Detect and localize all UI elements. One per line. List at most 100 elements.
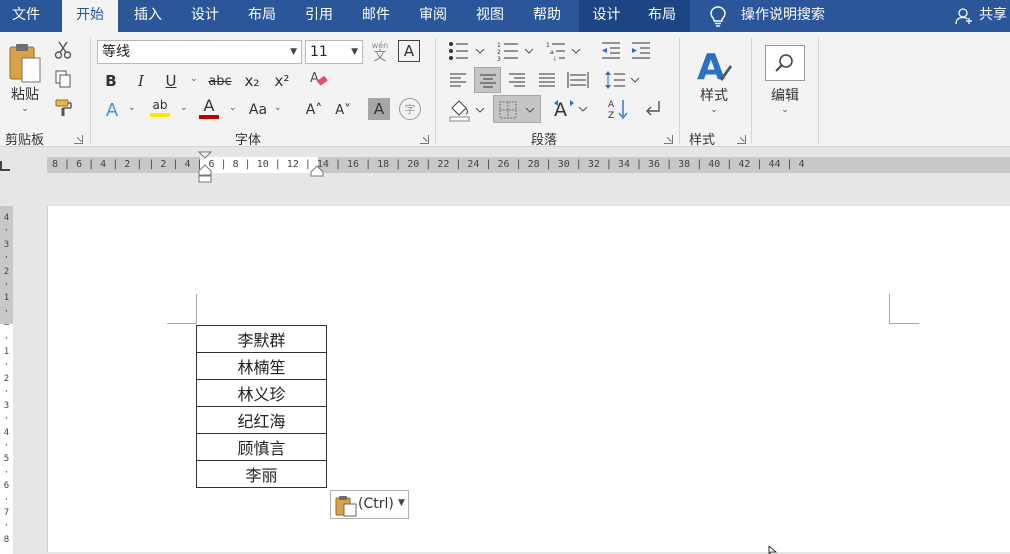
- change-case-button[interactable]: Aa: [245, 98, 271, 122]
- paste-button[interactable]: 粘贴 ⌄: [4, 38, 46, 118]
- editing-chevron-icon[interactable]: ⌄: [781, 105, 789, 115]
- font-color-dropdown-icon[interactable]: ⌄: [229, 103, 237, 113]
- subscript-button[interactable]: x₂: [240, 70, 264, 92]
- increase-indent-icon[interactable]: [630, 40, 652, 62]
- highlight-text: ab: [152, 98, 168, 112]
- chinese-layout-icon[interactable]: A: [552, 97, 592, 121]
- text-effects-button[interactable]: A: [100, 98, 124, 122]
- line-spacing-icon[interactable]: [603, 69, 643, 91]
- tab-review[interactable]: 审阅: [407, 0, 459, 32]
- table-cell[interactable]: 林楠笙: [196, 352, 327, 380]
- paste-chevron-icon[interactable]: ⌄: [21, 104, 29, 114]
- font-name-combo[interactable]: 等线 ▼: [97, 40, 302, 64]
- format-painter-icon[interactable]: [54, 97, 74, 117]
- enclose-characters-button[interactable]: 字: [399, 98, 421, 120]
- right-indent-marker-icon[interactable]: [310, 165, 324, 177]
- clipboard-launcher-icon[interactable]: [74, 135, 83, 144]
- paste-label: 粘贴: [11, 87, 39, 103]
- person-add-icon: [955, 8, 972, 25]
- clipboard-group-label: 剪贴板: [5, 133, 45, 148]
- align-center-icon: [480, 74, 496, 88]
- table-cell[interactable]: 顾慎言: [196, 433, 327, 461]
- font-color-button[interactable]: A: [197, 96, 221, 120]
- paste-options-dropdown-icon[interactable]: ▼: [398, 498, 405, 508]
- phonetic-main-text: 文: [373, 48, 387, 64]
- styles-chevron-icon[interactable]: ⌄: [710, 105, 718, 115]
- highlight-dropdown-icon[interactable]: ⌄: [180, 103, 188, 113]
- paragraph-launcher-icon[interactable]: [664, 135, 673, 144]
- grow-font-button[interactable]: A˄: [303, 98, 325, 122]
- group-divider: [679, 38, 680, 144]
- phonetic-guide-button[interactable]: wén 文: [369, 40, 391, 64]
- tab-home[interactable]: 开始: [62, 0, 118, 32]
- highlight-button[interactable]: ab: [148, 96, 172, 120]
- tab-layout[interactable]: 布局: [236, 0, 288, 32]
- cut-scissors-icon[interactable]: [54, 40, 72, 60]
- vertical-ruler[interactable]: 4 · 3 · 2 · 1 · — · 1 · 2 · 3 · 4 · 5 · 6 · 7 · 8: [0, 206, 13, 554]
- name-table[interactable]: 李默群 林楠笙 林义珍 纪红海 顾慎言 李丽: [196, 325, 327, 488]
- underline-button[interactable]: U: [160, 70, 182, 92]
- table-cell[interactable]: 李默群: [196, 325, 327, 353]
- font-launcher-icon[interactable]: [420, 135, 429, 144]
- underline-dropdown-icon[interactable]: ⌄: [190, 74, 198, 84]
- distributed-icon[interactable]: [567, 70, 589, 90]
- character-border-button[interactable]: A: [398, 40, 420, 62]
- tab-design[interactable]: 设计: [179, 0, 231, 32]
- group-divider: [90, 38, 91, 144]
- italic-button[interactable]: I: [130, 70, 152, 92]
- group-divider: [751, 38, 752, 144]
- table-cell[interactable]: 李丽: [196, 460, 327, 488]
- vertical-ruler-numbers: 4 · 3 · 2 · 1 · — · 1 · 2 · 3 · 4 · 5 · 6 · 7 · 8: [3, 213, 10, 545]
- styles-button[interactable]: A 样式 ⌄: [690, 38, 738, 122]
- multilevel-list-icon[interactable]: 1 a i: [545, 40, 585, 62]
- font-name-dropdown-icon[interactable]: ▼: [290, 41, 297, 63]
- change-case-dropdown-icon[interactable]: ⌄: [274, 103, 282, 113]
- table-cell[interactable]: 林义珍: [196, 379, 327, 407]
- show-formatting-marks-icon[interactable]: [643, 98, 663, 118]
- tab-table-layout[interactable]: 布局: [634, 0, 690, 32]
- text-effects-dropdown-icon[interactable]: ⌄: [128, 103, 136, 113]
- align-right-icon[interactable]: [507, 70, 527, 90]
- borders-icon: [499, 101, 535, 119]
- borders-button[interactable]: [493, 95, 541, 123]
- paste-options-button[interactable]: (Ctrl) ▼: [330, 490, 409, 519]
- font-name-value: 等线: [102, 44, 130, 60]
- paragraph-group-label: 段落: [531, 133, 558, 148]
- clear-formatting-icon[interactable]: A: [309, 69, 329, 89]
- tell-me-search[interactable]: 操作说明搜索: [741, 0, 825, 30]
- shrink-font-button[interactable]: A˅: [332, 98, 354, 122]
- bullets-icon[interactable]: [446, 40, 496, 62]
- tab-mailings[interactable]: 邮件: [350, 0, 402, 32]
- tab-references[interactable]: 引用: [293, 0, 345, 32]
- font-size-combo[interactable]: 11 ▼: [305, 40, 363, 64]
- bold-button[interactable]: B: [100, 70, 122, 92]
- superscript-button[interactable]: x²: [270, 70, 294, 92]
- sort-icon[interactable]: AZ: [607, 97, 629, 121]
- svg-text:2: 2: [497, 49, 501, 56]
- align-center-button[interactable]: [474, 67, 501, 93]
- numbering-icon[interactable]: 1 2 3: [496, 40, 538, 62]
- copy-icon[interactable]: [54, 69, 72, 89]
- table-cell[interactable]: 纪红海: [196, 406, 327, 434]
- horizontal-ruler[interactable]: 8 | 6 | 4 | 2 | | 2 | 4 | 6 | 8 | 10 | 1…: [0, 148, 1010, 206]
- styles-launcher-icon[interactable]: [737, 135, 746, 144]
- align-left-icon[interactable]: [448, 70, 468, 90]
- tab-selector-icon[interactable]: [0, 161, 10, 171]
- editing-button[interactable]: 编辑 ⌄: [762, 38, 808, 122]
- svg-text:A: A: [608, 100, 615, 110]
- tab-help[interactable]: 帮助: [521, 0, 573, 32]
- document-page[interactable]: [47, 206, 1010, 552]
- table-row: 林楠笙: [196, 352, 327, 380]
- indent-markers-icon[interactable]: [198, 151, 212, 183]
- justify-icon[interactable]: [537, 70, 557, 90]
- tab-file[interactable]: 文件: [0, 0, 52, 32]
- character-shading-button[interactable]: A: [368, 98, 390, 120]
- tab-view[interactable]: 视图: [464, 0, 516, 32]
- strikethrough-button[interactable]: abc: [205, 70, 235, 92]
- font-size-dropdown-icon[interactable]: ▼: [351, 41, 358, 63]
- shading-icon[interactable]: [448, 98, 488, 122]
- tab-table-design[interactable]: 设计: [579, 0, 634, 32]
- decrease-indent-icon[interactable]: [600, 40, 622, 62]
- tab-insert[interactable]: 插入: [122, 0, 174, 32]
- ribbon: 粘贴 ⌄ 剪贴板 等线 ▼ 11 ▼ wén 文 A B I U ⌄ abc x…: [0, 32, 1010, 148]
